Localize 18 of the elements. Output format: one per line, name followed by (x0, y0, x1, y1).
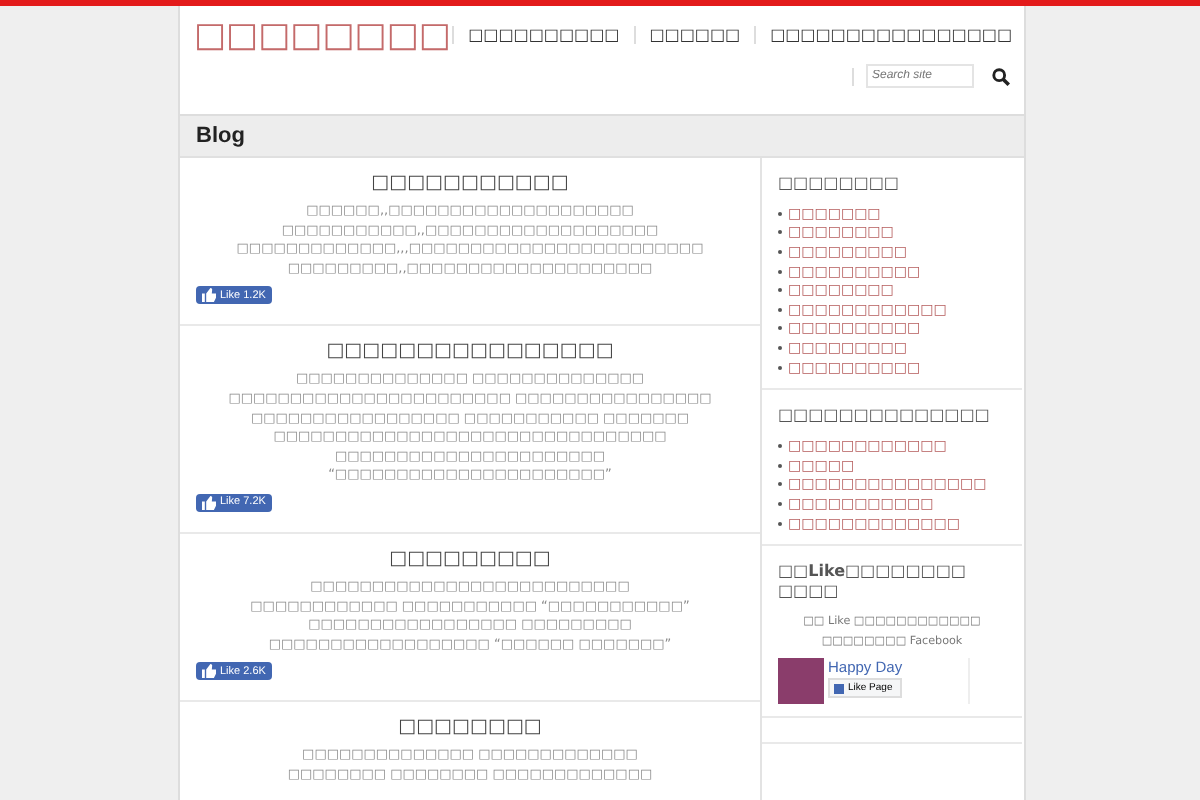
thumbs-up-icon (202, 495, 216, 510)
thumbs-up-icon (202, 664, 216, 679)
page-title: Blog (196, 124, 245, 148)
nav-link[interactable]: □□□□□□□□□□□□□□□□ (770, 26, 1012, 44)
nav-link[interactable]: □□□□□□ (649, 26, 741, 44)
search-icon[interactable] (992, 67, 1010, 85)
site-logo[interactable]: □□□□□□□□ (194, 16, 451, 114)
post-title[interactable]: □□□□□□□□□□□ (371, 172, 569, 194)
widget-title: □□□□□□□□□□□□□□ (778, 406, 992, 427)
post-title[interactable]: □□□□□□□□□□□□□□□□ (326, 340, 614, 363)
widget-title: □□□□□□□□ (778, 174, 901, 194)
post-title[interactable]: □□□□□□□□ (398, 716, 542, 739)
facebook-icon (834, 683, 844, 694)
widget-title: □□Like□□□□□□□□ □□□□ (778, 562, 968, 603)
post-title[interactable]: □□□□□□□□□ (389, 547, 551, 570)
photo-placeholder (778, 658, 824, 705)
nav-link[interactable]: □□□□□□□□□□ (468, 26, 620, 44)
thumbs-up-icon (202, 288, 216, 303)
